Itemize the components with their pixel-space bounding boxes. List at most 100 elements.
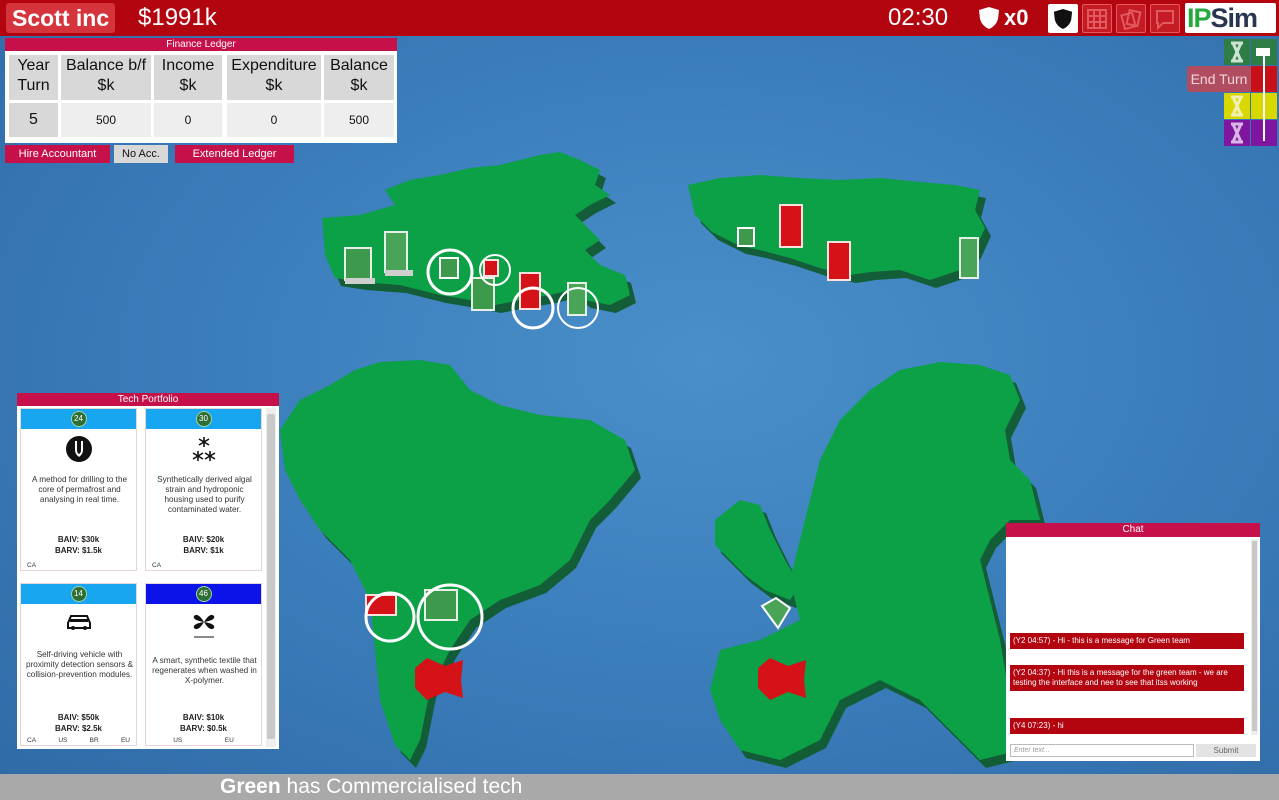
- tech-barv: BARV: $2.5k: [55, 724, 102, 733]
- market-label: CA: [152, 562, 162, 569]
- shield-button[interactable]: [1048, 4, 1078, 33]
- tech-portfolio-title: Tech Portfolio: [17, 393, 279, 406]
- team-green-turn-slot: [1224, 39, 1250, 65]
- tech-card[interactable]: 30 Synthetically derived algal strain an…: [145, 408, 262, 571]
- ledger-header-text: Income $k: [161, 57, 215, 94]
- tech-markets: CA: [27, 562, 130, 569]
- tech-description: Self-driving vehicle with proximity dete…: [26, 650, 133, 679]
- car-icon: [21, 610, 136, 638]
- tech-card-header: 46: [146, 584, 261, 604]
- building-green: [959, 237, 979, 279]
- market-label: EU: [120, 737, 130, 744]
- ledger-header-text: Year Turn: [17, 57, 50, 94]
- tech-barv: BARV: $1k: [183, 546, 224, 555]
- tech-description: A smart, synthetic textile that regenera…: [152, 656, 257, 685]
- logo-sim: Sim: [1210, 3, 1259, 33]
- chat-input[interactable]: Enter text...: [1010, 744, 1194, 757]
- end-turn-button[interactable]: End Turn: [1187, 66, 1251, 92]
- chat-submit-button[interactable]: Submit: [1196, 744, 1256, 757]
- building-red: [483, 259, 499, 277]
- building-red: [779, 204, 803, 248]
- team-yellow-turn-slot: [1224, 93, 1250, 119]
- ledger-balance-bf-value: 500: [61, 103, 151, 137]
- logo-ip: IP: [1187, 3, 1211, 33]
- building-red: [758, 658, 806, 700]
- shield-icon: [979, 7, 999, 29]
- drill-icon: [21, 435, 136, 469]
- ticker-team: Green: [220, 775, 281, 798]
- cards-icon: [1120, 8, 1142, 30]
- tech-barv: BARV: $0.5k: [180, 724, 227, 733]
- tech-card[interactable]: 24 A method for drilling to the core of …: [20, 408, 137, 571]
- ledger-header-year: Year Turn: [9, 55, 58, 100]
- ledger-header-text: Expenditure $k: [231, 57, 317, 94]
- shield-count-value: x0: [1004, 5, 1029, 30]
- ledger-header-balance-bf: Balance b/f $k: [61, 55, 151, 100]
- ledger-year-value: 5: [9, 103, 58, 137]
- tech-scrollbar[interactable]: [266, 408, 276, 747]
- market-label: EU: [224, 737, 234, 744]
- tech-baiv: BAIV: $20k: [182, 535, 225, 544]
- chat-message: (Y2 04:57) - Hi - this is a message for …: [1010, 633, 1244, 649]
- tech-scrollbar-thumb[interactable]: [267, 414, 275, 739]
- finance-ledger-panel: Finance Ledger Year Turn Balance b/f $k …: [5, 38, 397, 143]
- cash-balance: $1991k: [138, 4, 217, 31]
- chat-button[interactable]: [1150, 4, 1180, 33]
- hire-accountant-button[interactable]: Hire Accountant: [5, 145, 110, 163]
- chat-bubble-icon: [1156, 9, 1174, 30]
- chat-panel: Chat (Y2 04:57) - Hi - this is a message…: [1006, 523, 1260, 761]
- ledger-grid-button[interactable]: [1082, 4, 1112, 33]
- tech-card[interactable]: 46 A smart, synthetic textile that regen…: [145, 583, 262, 746]
- hourglass-icon: [1231, 95, 1243, 117]
- tech-card-header: 14: [21, 584, 136, 604]
- extended-ledger-button[interactable]: Extended Ledger: [175, 145, 294, 163]
- market-label: US: [173, 737, 183, 744]
- company-name: Scott inc: [6, 3, 116, 33]
- chat-message: (Y4 07:23) - hi: [1010, 718, 1244, 734]
- no-accountant-status: No Acc.: [114, 145, 168, 163]
- tech-markets: CA: [152, 562, 255, 569]
- tech-description: Synthetically derived algal strain and h…: [157, 475, 252, 514]
- chat-scrollbar[interactable]: [1251, 539, 1258, 735]
- ticker-message: has Commercialised tech: [286, 775, 523, 798]
- ledger-income-value: 0: [154, 103, 222, 137]
- chat-scrollbar-thumb[interactable]: [1252, 541, 1257, 731]
- building-green: [439, 257, 459, 279]
- tech-portfolio-panel: Tech Portfolio 24 A method for drilling …: [17, 393, 279, 749]
- hourglass-icon: [1231, 41, 1243, 63]
- building-green: [760, 596, 792, 630]
- tech-badge: 14: [70, 586, 87, 602]
- tech-card-header: 30: [146, 409, 261, 429]
- turn-progress-line: [1263, 55, 1265, 141]
- cards-button[interactable]: [1116, 4, 1146, 33]
- tech-card[interactable]: 14 Self-driving vehicle with proximity d…: [20, 583, 137, 746]
- building-green: [737, 227, 755, 247]
- finance-ledger-title: Finance Ledger: [5, 38, 397, 51]
- tech-barv: BARV: $1.5k: [55, 546, 102, 555]
- ledger-header-balance: Balance $k: [324, 55, 394, 100]
- ticker-text: Green has Commercialised tech: [220, 774, 522, 800]
- turn-timer: 02:30: [888, 4, 949, 31]
- tech-badge: 30: [195, 411, 212, 427]
- ledger-header-text: Balance b/f $k: [65, 57, 147, 94]
- building-red: [415, 658, 463, 700]
- chat-message: (Y2 04:37) - Hi this is a message for th…: [1010, 665, 1244, 691]
- algae-cluster-icon: [146, 435, 261, 471]
- building-green: [471, 277, 495, 311]
- tech-markets: US EU: [152, 737, 255, 744]
- market-label: BR: [89, 737, 99, 744]
- ipsim-logo: IPSim: [1185, 3, 1276, 33]
- region-brazil: [280, 360, 635, 760]
- building-red: [827, 241, 851, 281]
- tech-badge: 24: [70, 411, 87, 427]
- tech-card-grid: 24 A method for drilling to the core of …: [20, 408, 264, 747]
- chat-title: Chat: [1006, 523, 1260, 537]
- ledger-balance-value: 500: [324, 103, 394, 137]
- tech-baiv: BAIV: $30k: [57, 535, 100, 544]
- ledger-header-text: Balance $k: [330, 57, 388, 94]
- textile-icon: [146, 610, 261, 646]
- grid-table-icon: [1087, 8, 1107, 29]
- tech-baiv: BAIV: $50k: [57, 713, 100, 722]
- top-bar: Scott inc $1991k 02:30 x0 IPSim: [0, 0, 1279, 36]
- market-label: CA: [27, 737, 37, 744]
